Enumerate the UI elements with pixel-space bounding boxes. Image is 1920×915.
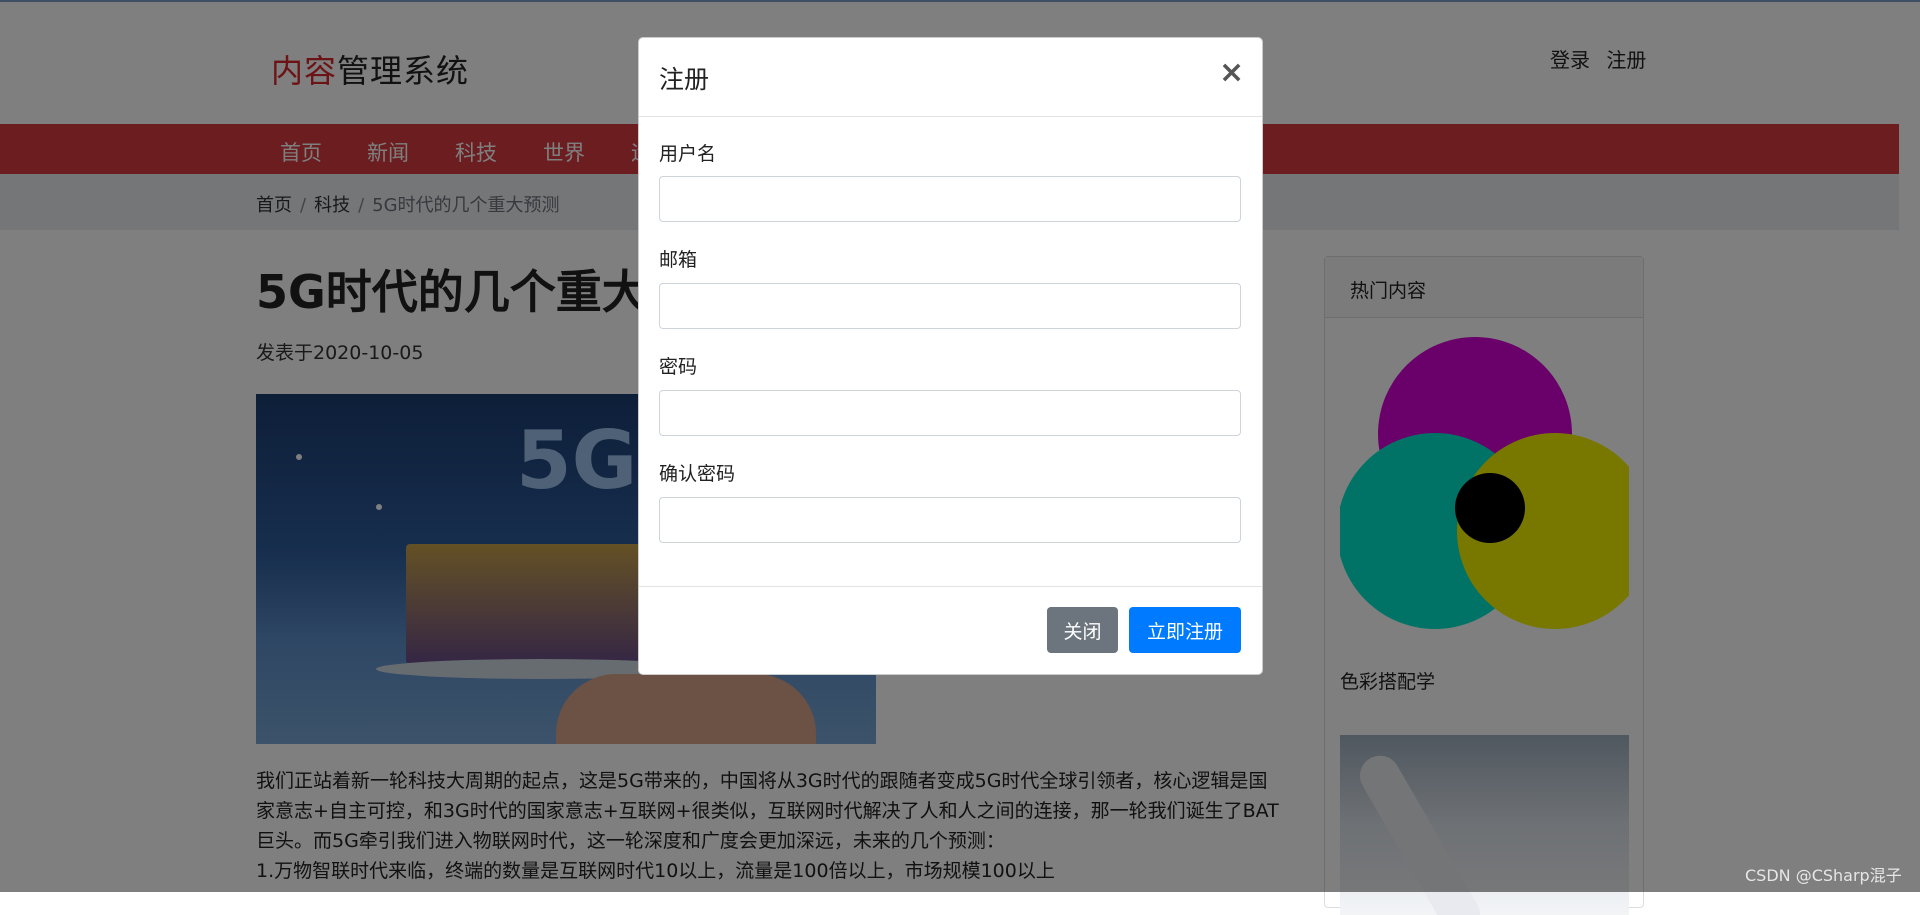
username-field[interactable] — [659, 176, 1241, 222]
password-label: 密码 — [659, 356, 698, 378]
modal-footer: 关闭 立即注册 — [639, 586, 1262, 675]
csdn-watermark: CSDN @CSharp混子 — [1745, 866, 1902, 885]
confirm-password-label: 确认密码 — [659, 463, 736, 485]
confirm-password-field[interactable] — [659, 497, 1241, 543]
password-field[interactable] — [659, 390, 1241, 436]
modal-title: 注册 — [659, 65, 710, 94]
register-submit-button[interactable]: 立即注册 — [1129, 607, 1241, 653]
close-icon[interactable]: × — [1219, 55, 1244, 90]
email-label: 邮箱 — [659, 249, 698, 271]
modal-header: 注册 × — [639, 38, 1262, 117]
email-field[interactable] — [659, 283, 1241, 329]
username-label: 用户名 — [659, 143, 717, 165]
close-button[interactable]: 关闭 — [1047, 607, 1118, 653]
register-modal: 注册 × 用户名 邮箱 密码 确认密码 关闭 立即注册 — [638, 37, 1263, 675]
